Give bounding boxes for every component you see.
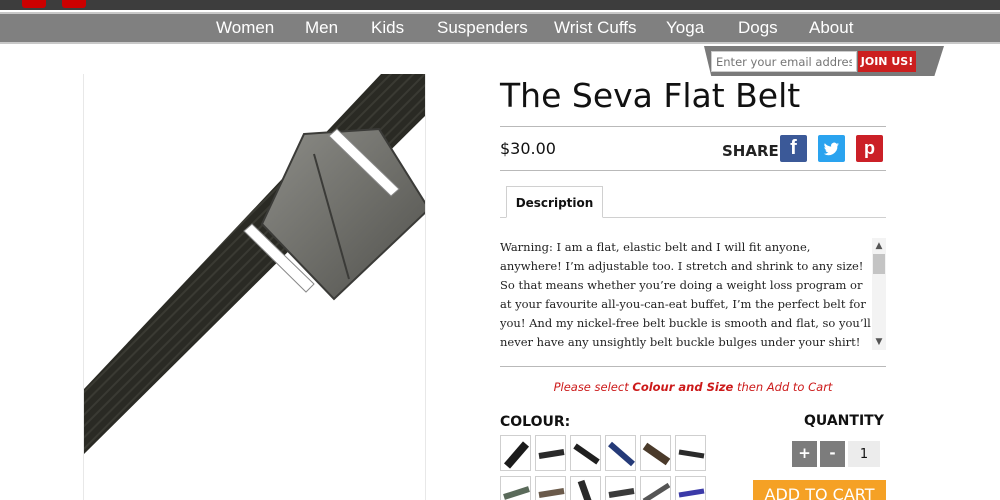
nav-item-men[interactable]: Men xyxy=(305,18,338,38)
colour-swatch[interactable] xyxy=(535,476,566,500)
notice-suffix: then Add to Cart xyxy=(733,380,833,394)
title-divider xyxy=(500,126,886,127)
colour-swatch[interactable] xyxy=(675,435,706,471)
top-strip xyxy=(0,0,1000,10)
swatch-belt-icon xyxy=(678,449,705,459)
newsletter-email-input[interactable] xyxy=(711,51,857,72)
nav-item-women[interactable]: Women xyxy=(216,18,274,38)
swatch-belt-icon xyxy=(608,488,635,498)
colour-label: COLOUR: xyxy=(500,414,571,430)
swatch-belt-icon xyxy=(538,488,565,498)
belt-photo xyxy=(84,74,425,454)
swatch-belt-icon xyxy=(538,449,565,459)
notice-prefix: Please select xyxy=(553,380,633,394)
scroll-thumb[interactable] xyxy=(873,254,885,274)
nav-item-wrist-cuffs[interactable]: Wrist Cuffs xyxy=(554,18,637,38)
nav-item-kids[interactable]: Kids xyxy=(371,18,404,38)
swatch-belt-icon xyxy=(642,482,670,500)
colour-swatch[interactable] xyxy=(640,435,671,471)
product-price: $30.00 xyxy=(500,139,556,158)
product-title: The Seva Flat Belt xyxy=(500,76,801,115)
quantity-minus-button[interactable]: - xyxy=(820,441,845,467)
swatch-belt-icon xyxy=(573,443,600,465)
twitter-bird-icon xyxy=(823,142,839,156)
colour-swatch[interactable] xyxy=(570,476,601,500)
quantity-label: QUANTITY xyxy=(804,413,884,429)
quantity-plus-button[interactable]: + xyxy=(792,441,817,467)
description-text: Warning: I am a flat, elastic belt and I… xyxy=(500,240,871,349)
colour-swatch[interactable] xyxy=(500,435,531,471)
description-divider xyxy=(500,366,886,367)
nav-item-dogs[interactable]: Dogs xyxy=(738,18,778,38)
price-divider xyxy=(500,170,886,171)
notice-bold: Colour and Size xyxy=(632,380,734,394)
colour-swatch[interactable] xyxy=(500,476,531,500)
twitter-share-icon[interactable]: t xyxy=(818,135,845,162)
swatch-belt-icon xyxy=(678,488,705,498)
colour-swatch[interactable] xyxy=(605,476,636,500)
swatch-belt-icon xyxy=(503,441,530,469)
product-image xyxy=(83,74,426,500)
join-us-button[interactable]: JOIN US! xyxy=(858,51,916,72)
select-notice: Please select Colour and Size then Add t… xyxy=(500,380,886,394)
colour-swatch[interactable] xyxy=(570,435,601,471)
nav-item-suspenders[interactable]: Suspenders xyxy=(437,18,528,38)
nav-item-about[interactable]: About xyxy=(809,18,853,38)
page: Women Men Kids Suspenders Wrist Cuffs Yo… xyxy=(0,0,1000,500)
colour-swatch[interactable] xyxy=(675,476,706,500)
swatch-belt-icon xyxy=(503,486,530,500)
logo-mark-right[interactable] xyxy=(62,0,86,8)
scroll-up-icon[interactable]: ▲ xyxy=(873,239,885,253)
pinterest-share-icon[interactable]: p xyxy=(856,135,883,162)
nav-item-yoga[interactable]: Yoga xyxy=(666,18,704,38)
logo-mark-left[interactable] xyxy=(22,0,46,8)
tab-description[interactable]: Description xyxy=(506,186,603,218)
swatch-belt-icon xyxy=(642,442,670,466)
description-box[interactable]: Warning: I am a flat, elastic belt and I… xyxy=(500,238,886,350)
share-label: SHARE xyxy=(722,142,779,160)
colour-swatch[interactable] xyxy=(535,435,566,471)
colour-swatch[interactable] xyxy=(640,476,671,500)
swatch-belt-icon xyxy=(577,479,592,500)
scroll-down-icon[interactable]: ▼ xyxy=(873,335,885,349)
add-to-cart-button[interactable]: ADD TO CART xyxy=(753,480,886,500)
swatch-belt-icon xyxy=(608,441,635,467)
colour-swatch[interactable] xyxy=(605,435,636,471)
quantity-input[interactable] xyxy=(848,441,880,467)
main-nav: Women Men Kids Suspenders Wrist Cuffs Yo… xyxy=(0,12,1000,44)
facebook-share-icon[interactable]: f xyxy=(780,135,807,162)
